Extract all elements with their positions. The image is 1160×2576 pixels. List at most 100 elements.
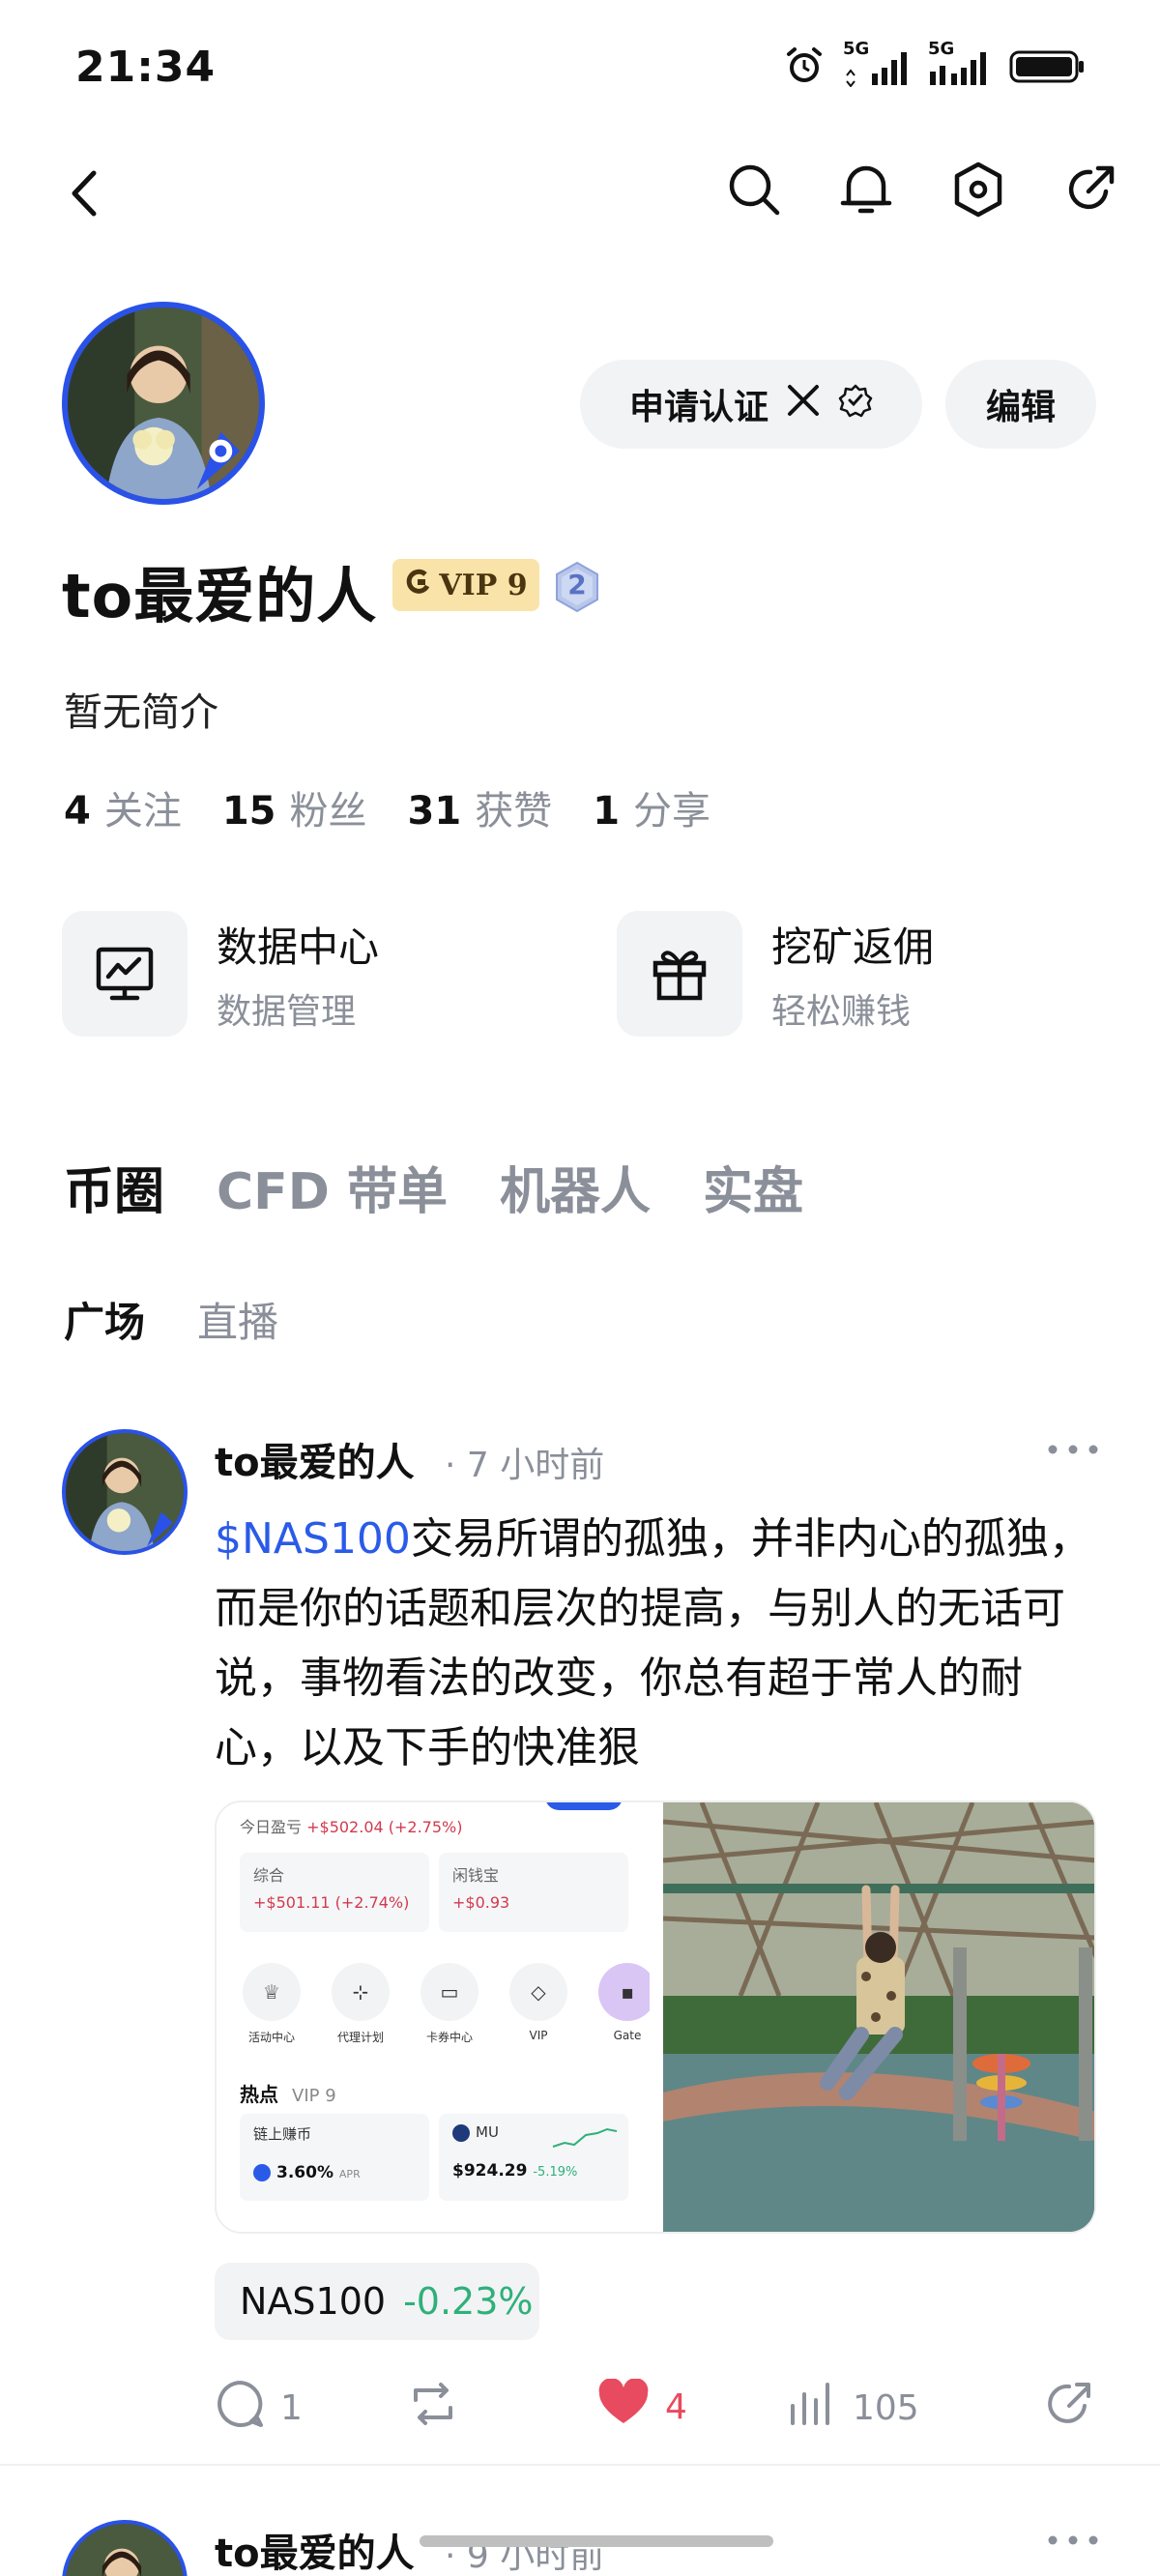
stat-likes[interactable]: 31 获赞 (408, 779, 553, 835)
share-post-button[interactable] (1044, 2379, 1094, 2438)
battery-icon (1009, 44, 1087, 87)
data-center-subtitle: 数据管理 (217, 991, 357, 1032)
mini-icon-label: Gate (613, 2029, 642, 2042)
tab-live-trading[interactable]: 实盘 (703, 1151, 803, 1223)
mini-icon-label: 代理计划 (336, 2031, 384, 2044)
mini-card-earn: 链上赚币 3.60% APR (240, 2114, 429, 2201)
post-author-avatar[interactable] (62, 2520, 188, 2576)
comment-button[interactable]: 1 (215, 2379, 303, 2438)
stat-number: 15 (221, 789, 276, 834)
post-card: to最爱的人 · 7 小时前 $NAS100交易所谓的孤独，并非内心的孤独，而是… (0, 1421, 1160, 2466)
signal-icon-2: 5G (928, 39, 992, 87)
apply-verification-button[interactable]: 申请认证 (580, 360, 922, 449)
home-indicator[interactable] (420, 2535, 773, 2547)
status-icons: 5G 5G (783, 39, 1087, 87)
post-ticker-link[interactable]: $NAS100 (215, 1514, 411, 1564)
apply-verification-label: 申请认证 (628, 388, 768, 427)
stat-following[interactable]: 4 关注 (64, 779, 182, 835)
mini-icon-row: ♕ 活动中心 ⊹ 代理计划 ▭ 卡券中心 ◇ VIP ▪ Gate (240, 1963, 650, 2045)
mini-box-label: 闲钱宝 (452, 1866, 500, 1885)
like-button[interactable]: 4 (597, 2378, 687, 2436)
profile-stats: 4 关注 15 粉丝 31 获赞 1 分享 (64, 779, 710, 835)
view-count: 105 (853, 2388, 919, 2428)
mini-pnl: 今日盈亏 +$502.04 (+2.75%) (240, 1814, 462, 1837)
edit-profile-label: 编辑 (985, 388, 1056, 427)
status-bar: 21:34 5G 5G (0, 0, 1160, 135)
tab-crypto[interactable]: 币圈 (64, 1151, 164, 1223)
like-count: 4 (665, 2387, 687, 2427)
tab-bots[interactable]: 机器人 (500, 1151, 651, 1223)
share-icon[interactable] (1059, 159, 1121, 220)
mini-box-idle-funds: 闲钱宝 +$0.93 (439, 1853, 628, 1932)
stat-number: 31 (407, 789, 462, 834)
share-icon (1044, 2379, 1094, 2438)
repost-icon (408, 2379, 458, 2438)
status-time: 21:34 (75, 43, 217, 92)
mini-hot-section: 热点 VIP 9 (240, 2079, 336, 2107)
comment-icon (215, 2379, 265, 2438)
tab-square[interactable]: 广场 (64, 1290, 145, 1349)
main-tabs: 币圈 CFD 带单 机器人 实盘 (64, 1151, 803, 1223)
stat-followers[interactable]: 15 粉丝 (222, 779, 367, 835)
mini-icon-label: 活动中心 (247, 2031, 295, 2044)
vip-badge[interactable]: VIP 9 (392, 559, 539, 611)
mini-card-change: -5.19% (533, 2164, 578, 2180)
mini-icon-activity: ♕ 活动中心 (240, 1963, 304, 2045)
ticker-symbol: NAS100 (240, 2280, 387, 2323)
views-stat: 105 (787, 2379, 919, 2438)
more-options-icon[interactable] (1044, 1425, 1102, 1474)
comment-count: 1 (280, 2388, 303, 2428)
post-author-name[interactable]: to最爱的人 (215, 1431, 415, 1487)
mu-logo-icon (452, 2123, 470, 2142)
bell-icon[interactable] (835, 159, 897, 220)
gate-app-icon: ▪ (598, 1963, 650, 2021)
post-author-avatar[interactable] (62, 1429, 188, 1555)
tab-cfd-copy[interactable]: CFD 带单 (217, 1151, 448, 1223)
level-badge[interactable]: 2 (553, 561, 601, 613)
profile-avatar[interactable] (62, 302, 265, 505)
heart-filled-icon (597, 2378, 650, 2436)
post-image-gallery[interactable]: 今日盈亏 +$502.04 (+2.75%) 综合 +$501.11 (+2.7… (215, 1800, 1096, 2234)
network-icon: ⊹ (332, 1963, 390, 2021)
mini-icon-agent: ⊹ 代理计划 (329, 1963, 392, 2045)
sub-tabs: 广场 直播 (64, 1290, 278, 1349)
x-logo-icon (786, 383, 821, 426)
post-image-playground-photo[interactable] (663, 1802, 1094, 2232)
data-center-title: 数据中心 (217, 922, 380, 971)
mini-card-mu: MU $924.29 -5.19% (439, 2114, 628, 2201)
mini-card-title: MU (476, 2123, 499, 2141)
mini-card-value: 3.60% (276, 2163, 334, 2182)
diamond-icon: ◇ (509, 1963, 567, 2021)
ticker-chip[interactable]: NAS100 -0.23% (215, 2263, 539, 2340)
mini-box-label: 综合 (253, 1866, 285, 1885)
mining-rebate-card[interactable]: 挖矿返佣 轻松赚钱 (617, 909, 934, 1039)
settings-hex-icon[interactable] (947, 159, 1009, 220)
mining-rebate-title: 挖矿返佣 (771, 922, 935, 971)
mini-card-unit: APR (338, 2168, 361, 2181)
mini-icon-vip: ◇ VIP (507, 1963, 570, 2045)
repost-button[interactable] (408, 2379, 458, 2438)
post-divider (0, 2464, 1160, 2466)
post-image-app-screenshot[interactable]: 今日盈亏 +$502.04 (+2.75%) 综合 +$501.11 (+2.7… (217, 1802, 650, 2232)
edit-profile-button[interactable]: 编辑 (945, 360, 1096, 449)
back-icon[interactable] (54, 164, 112, 222)
more-options-icon[interactable] (1044, 2516, 1102, 2564)
stat-label: 分享 (633, 789, 711, 834)
ticket-icon: ▭ (420, 1963, 478, 2021)
mini-box-overall: 综合 +$501.11 (+2.74%) (240, 1853, 429, 1932)
post-timestamp: · 7 小时前 (445, 1446, 605, 1485)
trophy-icon: ♕ (243, 1963, 301, 2021)
post-body: $NAS100交易所谓的孤独，并非内心的孤独，而是你的话题和层次的提高，与别人的… (215, 1505, 1104, 1783)
stat-shares[interactable]: 1 分享 (593, 779, 710, 835)
stat-label: 关注 (103, 789, 182, 834)
network-type-label: 5G (843, 39, 870, 59)
tab-live[interactable]: 直播 (197, 1290, 278, 1349)
mini-hot-vip: VIP 9 (292, 2086, 336, 2106)
search-icon[interactable] (723, 159, 785, 220)
vip-label: VIP 9 (439, 568, 528, 602)
post-author-name[interactable]: to最爱的人 (215, 2522, 415, 2576)
partial-button-shape (545, 1802, 623, 1810)
data-center-card[interactable]: 数据中心 数据管理 (62, 909, 379, 1039)
top-nav-bar (0, 155, 1160, 232)
mini-pnl-value: +$502.04 (+2.75%) (306, 1818, 463, 1836)
